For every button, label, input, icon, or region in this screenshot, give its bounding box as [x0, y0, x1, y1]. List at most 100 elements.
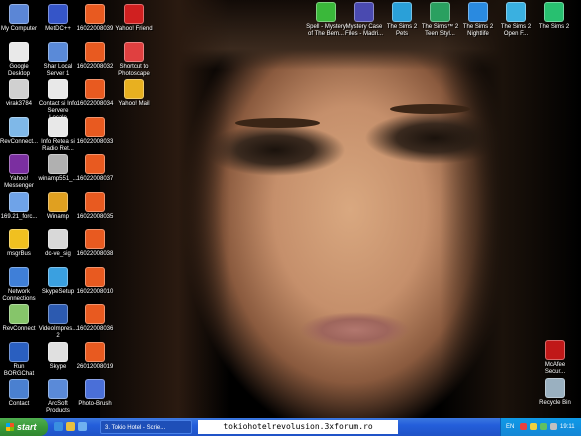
shortcut-label: Photo-Brush: [78, 401, 112, 407]
shortcut-label: Network Connections: [2, 288, 36, 302]
desktop-shortcut[interactable]: Spell - Mystery of The Bem...: [306, 2, 346, 38]
photoscape-icon: [124, 41, 144, 62]
desktop-shortcut[interactable]: The Sims 2 Pets: [382, 2, 422, 38]
desktop-shortcut[interactable]: Yahoo! Messenger: [0, 154, 39, 190]
yahoo-messenger-icon: [9, 154, 29, 174]
desktop-shortcut[interactable]: The Sims 2 Open F...: [496, 2, 536, 38]
shortcut-label: Yahoo! Friend: [115, 26, 153, 32]
taskbar: start 3. Tokio Hotel - Scrie... tokiohot…: [0, 418, 581, 436]
photo-file-icon: [85, 304, 105, 324]
desktop-shortcut[interactable]: Recycle Bin: [535, 378, 575, 407]
desktop-shortcut[interactable]: VideoImpres... 2: [38, 304, 78, 340]
desktop-shortcut[interactable]: 16022008010: [75, 266, 115, 296]
desktop-shortcut[interactable]: Mystery Case Files - Madri...: [344, 2, 384, 38]
shortcut-label: VideoImpres... 2: [38, 326, 78, 339]
tray-messenger-icon[interactable]: [530, 423, 537, 430]
desktop-shortcut[interactable]: The Sims™ 2 Teen Styl...: [420, 2, 460, 38]
photo-file-icon: [85, 41, 105, 62]
desktop-shortcut[interactable]: Contact: [0, 379, 39, 408]
tray-shield-icon[interactable]: [520, 423, 527, 430]
shortcut-label: My Computer: [0, 26, 37, 32]
desktop-shortcut[interactable]: virak3784: [0, 79, 39, 108]
desktop-shortcut[interactable]: Run BORGChat: [0, 341, 39, 378]
shortcut-label: Spell - Mystery of The Bem...: [306, 24, 346, 37]
desktop-shortcut[interactable]: RevConnect: [0, 304, 39, 333]
sims-icon: [468, 2, 488, 22]
shortcut-label: 16022008032: [76, 63, 114, 70]
shortcut-label: Contact: [8, 401, 30, 407]
contact-icon: [9, 379, 29, 399]
ie-quicklaunch-icon[interactable]: [54, 422, 63, 431]
desktop-shortcut[interactable]: SkypeSetup: [38, 266, 78, 296]
shortcut-label: ArcSoft Products: [46, 401, 70, 414]
desktop-shortcut[interactable]: msgrBus: [0, 229, 39, 258]
shortcut-label: Shortcut to Photoscape: [118, 63, 150, 77]
photo-file-icon: [85, 79, 105, 99]
desktop-shortcut[interactable]: Network Connections: [0, 266, 39, 303]
tray-network-icon[interactable]: [540, 423, 547, 430]
desktop-shortcut[interactable]: 16022008034: [75, 79, 115, 108]
desktop-shortcut[interactable]: 26012008019: [75, 341, 115, 371]
desktop-shortcut[interactable]: ArcSoft Products: [38, 379, 78, 415]
revconnect-icon: [9, 116, 29, 137]
desktop-shortcut[interactable]: dc-ve_sig: [38, 229, 78, 258]
desktop-shortcut[interactable]: The Sims 2 Nightlife: [458, 2, 498, 38]
start-button[interactable]: start: [0, 418, 48, 436]
shortcut-label: Yahoo! Mail: [118, 101, 150, 107]
desktop-shortcut[interactable]: Skype: [38, 341, 78, 371]
shortcut-label: 26012008019: [76, 363, 114, 370]
desktop-shortcut[interactable]: RevConnect...: [0, 116, 39, 146]
desktop-shortcut[interactable]: 16022008038: [75, 229, 115, 258]
desktop-shortcut[interactable]: Photo-Brush: [75, 379, 115, 408]
desktop-shortcut[interactable]: Info Retea si Radio Ret...: [38, 116, 78, 153]
shortcut-label: The Sims 2 Nightlife: [462, 24, 494, 37]
shortcut-label: 16022008010: [76, 288, 114, 295]
desktop-shortcut[interactable]: Yahoo! Mail: [114, 79, 154, 108]
desktop-shortcut[interactable]: 169.21_forc...: [0, 191, 39, 221]
desktop-shortcut[interactable]: My Computer: [0, 4, 39, 33]
desktop-shortcut[interactable]: Google Desktop: [0, 41, 39, 78]
desktop-shortcut[interactable]: Yahoo! Friend: [114, 4, 154, 33]
google-desktop-icon: [9, 41, 29, 62]
shortcut-label: Winamp: [46, 213, 69, 220]
desktop-shortcut[interactable]: MetDC++: [38, 4, 78, 33]
photo-file-icon: [85, 341, 105, 362]
shortcut-label: Mystery Case Files - Madri...: [344, 24, 383, 37]
document-icon: [9, 79, 29, 99]
video-icon: [48, 304, 68, 324]
revconnect-icon: [9, 304, 29, 324]
desktop-shortcut[interactable]: 16022008037: [75, 154, 115, 183]
messenger-quicklaunch-icon[interactable]: [66, 422, 75, 431]
desktop-shortcut[interactable]: 16022008035: [75, 191, 115, 221]
desktop-shortcut[interactable]: Winamp: [38, 191, 78, 221]
tray-volume-icon[interactable]: [550, 423, 557, 430]
desktop-shortcut[interactable]: 16022008033: [75, 116, 115, 146]
desktop-shortcut[interactable]: McAfee Secur...: [535, 340, 575, 376]
shortcut-label: Yahoo! Messenger: [4, 176, 34, 189]
shortcut-label: msgrBus: [7, 251, 31, 257]
desktop-shortcut[interactable]: Shortcut to Photoscape: [114, 41, 154, 78]
desktop-shortcut[interactable]: Shar Local Server 1: [38, 41, 78, 78]
borgchat-icon: [9, 341, 29, 362]
language-indicator[interactable]: EN: [506, 418, 514, 436]
yahoo-icon: [124, 4, 144, 24]
shortcut-label: Info Retea si Radio Ret...: [41, 138, 75, 152]
start-label: start: [17, 422, 37, 432]
shortcut-label: dc-ve_sig: [45, 251, 71, 257]
sims-icon: [430, 2, 450, 22]
network-icon: [9, 266, 29, 287]
desktop-shortcut[interactable]: 16022008039: [75, 4, 115, 33]
shortcut-label: The Sims 2: [538, 24, 570, 30]
wallpaper-eyebrow-left: [235, 118, 320, 128]
desktop-shortcut[interactable]: winamp551_...: [38, 154, 78, 183]
game-icon: [316, 2, 336, 22]
desktop-shortcut[interactable]: The Sims 2: [534, 2, 574, 31]
shortcut-label: Recycle Bin: [539, 400, 571, 406]
photo-file-icon: [85, 154, 105, 174]
desktop-shortcut[interactable]: 16022008036: [75, 304, 115, 333]
shortcut-label: virak3784: [5, 101, 32, 107]
task-label: 3. Tokio Hotel - Scrie...: [105, 425, 166, 431]
taskbar-window-button[interactable]: 3. Tokio Hotel - Scrie...: [100, 420, 192, 434]
show-desktop-icon[interactable]: [78, 422, 87, 431]
desktop-shortcut[interactable]: 16022008032: [75, 41, 115, 71]
